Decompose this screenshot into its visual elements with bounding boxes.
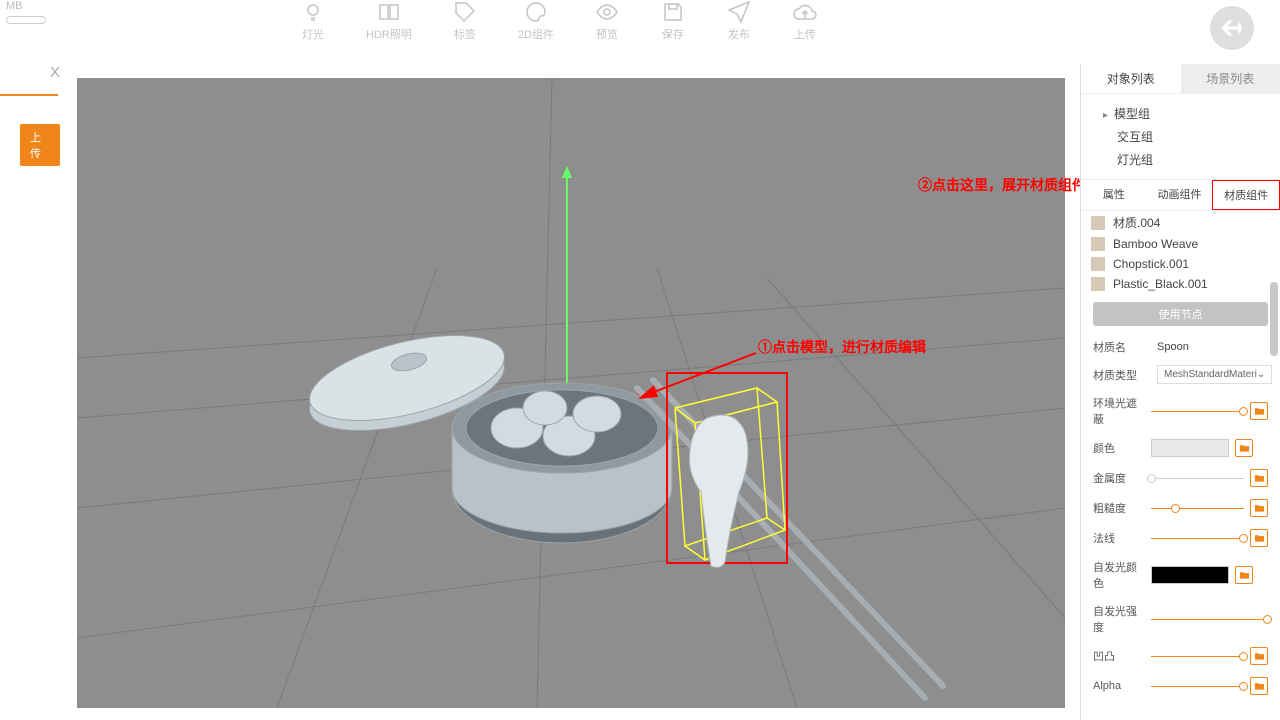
slider-ao[interactable] bbox=[1151, 411, 1244, 412]
annotation-2: ②点击这里，展开材质组件 bbox=[918, 175, 1086, 195]
mat-type-label: 材质类型 bbox=[1093, 367, 1149, 383]
folder-icon[interactable] bbox=[1250, 402, 1268, 420]
mat-item[interactable]: 材质.004 bbox=[1081, 211, 1280, 234]
slider-alpha[interactable] bbox=[1151, 686, 1244, 687]
emissive-color-picker[interactable] bbox=[1151, 566, 1229, 584]
mb-label: MB bbox=[6, 0, 23, 12]
back-button[interactable] bbox=[1210, 6, 1254, 50]
chevron-down-icon: ⌄ bbox=[1257, 369, 1265, 380]
mat-swatch-icon bbox=[1091, 257, 1105, 271]
mat-swatch-icon bbox=[1091, 277, 1105, 291]
material-list: 材质.004 Bamboo Weave Chopstick.001 Plasti… bbox=[1081, 211, 1280, 294]
mat-swatch-icon bbox=[1091, 237, 1105, 251]
slider-bump[interactable] bbox=[1151, 656, 1244, 657]
mat-item[interactable]: Plastic_Black.001 bbox=[1081, 274, 1280, 294]
mat-item[interactable]: Chopstick.001 bbox=[1081, 254, 1280, 274]
tool-light[interactable]: 灯光 bbox=[300, 0, 326, 55]
inspector-panel: 对象列表 场景列表 模型组 交互组 灯光组 属性 动画组件 材质组件 材质.00… bbox=[1080, 64, 1280, 720]
tab-scenes[interactable]: 场景列表 bbox=[1181, 64, 1280, 93]
hierarchy-list: 模型组 交互组 灯光组 bbox=[1081, 94, 1280, 179]
folder-icon[interactable] bbox=[1250, 677, 1268, 695]
folder-icon[interactable] bbox=[1250, 647, 1268, 665]
tool-save[interactable]: 保存 bbox=[660, 0, 686, 55]
mat-name-label: 材质名 bbox=[1093, 339, 1149, 355]
ptab-anim[interactable]: 动画组件 bbox=[1147, 180, 1213, 210]
mat-type-select[interactable]: MeshStandardMateri⌄ bbox=[1157, 365, 1272, 384]
hier-light-group[interactable]: 灯光组 bbox=[1101, 148, 1272, 171]
tool-2d[interactable]: 2D组件 bbox=[518, 0, 554, 55]
viewport-3d[interactable] bbox=[77, 78, 1065, 708]
tab-objects[interactable]: 对象列表 bbox=[1081, 64, 1181, 93]
folder-icon[interactable] bbox=[1235, 566, 1253, 584]
slider-metal[interactable] bbox=[1151, 478, 1244, 479]
mat-name-value: Spoon bbox=[1157, 341, 1189, 353]
ptab-attrs[interactable]: 属性 bbox=[1081, 180, 1147, 210]
hier-interaction-group[interactable]: 交互组 bbox=[1101, 125, 1272, 148]
slider-emit-int[interactable] bbox=[1151, 619, 1268, 620]
annotation-1: ①点击模型，进行材质编辑 bbox=[758, 337, 926, 357]
slider-normal[interactable] bbox=[1151, 538, 1244, 539]
tool-label[interactable]: 标签 bbox=[452, 0, 478, 55]
upload-button[interactable]: 上传 bbox=[20, 124, 60, 166]
usage-meter bbox=[6, 16, 46, 24]
scrollbar[interactable] bbox=[1270, 282, 1278, 356]
ptab-materials[interactable]: 材质组件 bbox=[1212, 180, 1280, 210]
folder-icon[interactable] bbox=[1250, 469, 1268, 487]
color-picker[interactable] bbox=[1151, 439, 1229, 457]
folder-icon[interactable] bbox=[1250, 529, 1268, 547]
mat-swatch-icon bbox=[1091, 216, 1105, 230]
hier-model-group[interactable]: 模型组 bbox=[1101, 102, 1272, 125]
mat-item[interactable]: Bamboo Weave bbox=[1081, 234, 1280, 254]
active-tab-indicator bbox=[0, 94, 58, 96]
tool-hdr[interactable]: HDR照明 bbox=[366, 0, 412, 55]
tool-upload[interactable]: 上传 bbox=[792, 0, 818, 55]
tool-publish[interactable]: 发布 bbox=[726, 0, 752, 55]
folder-icon[interactable] bbox=[1235, 439, 1253, 457]
folder-icon[interactable] bbox=[1250, 499, 1268, 517]
use-node-button[interactable]: 使用节点 bbox=[1093, 302, 1268, 326]
annotation-1-arrow bbox=[630, 351, 760, 406]
close-icon[interactable]: X bbox=[50, 64, 60, 81]
slider-rough[interactable] bbox=[1151, 508, 1244, 509]
tool-preview[interactable]: 预览 bbox=[594, 0, 620, 55]
